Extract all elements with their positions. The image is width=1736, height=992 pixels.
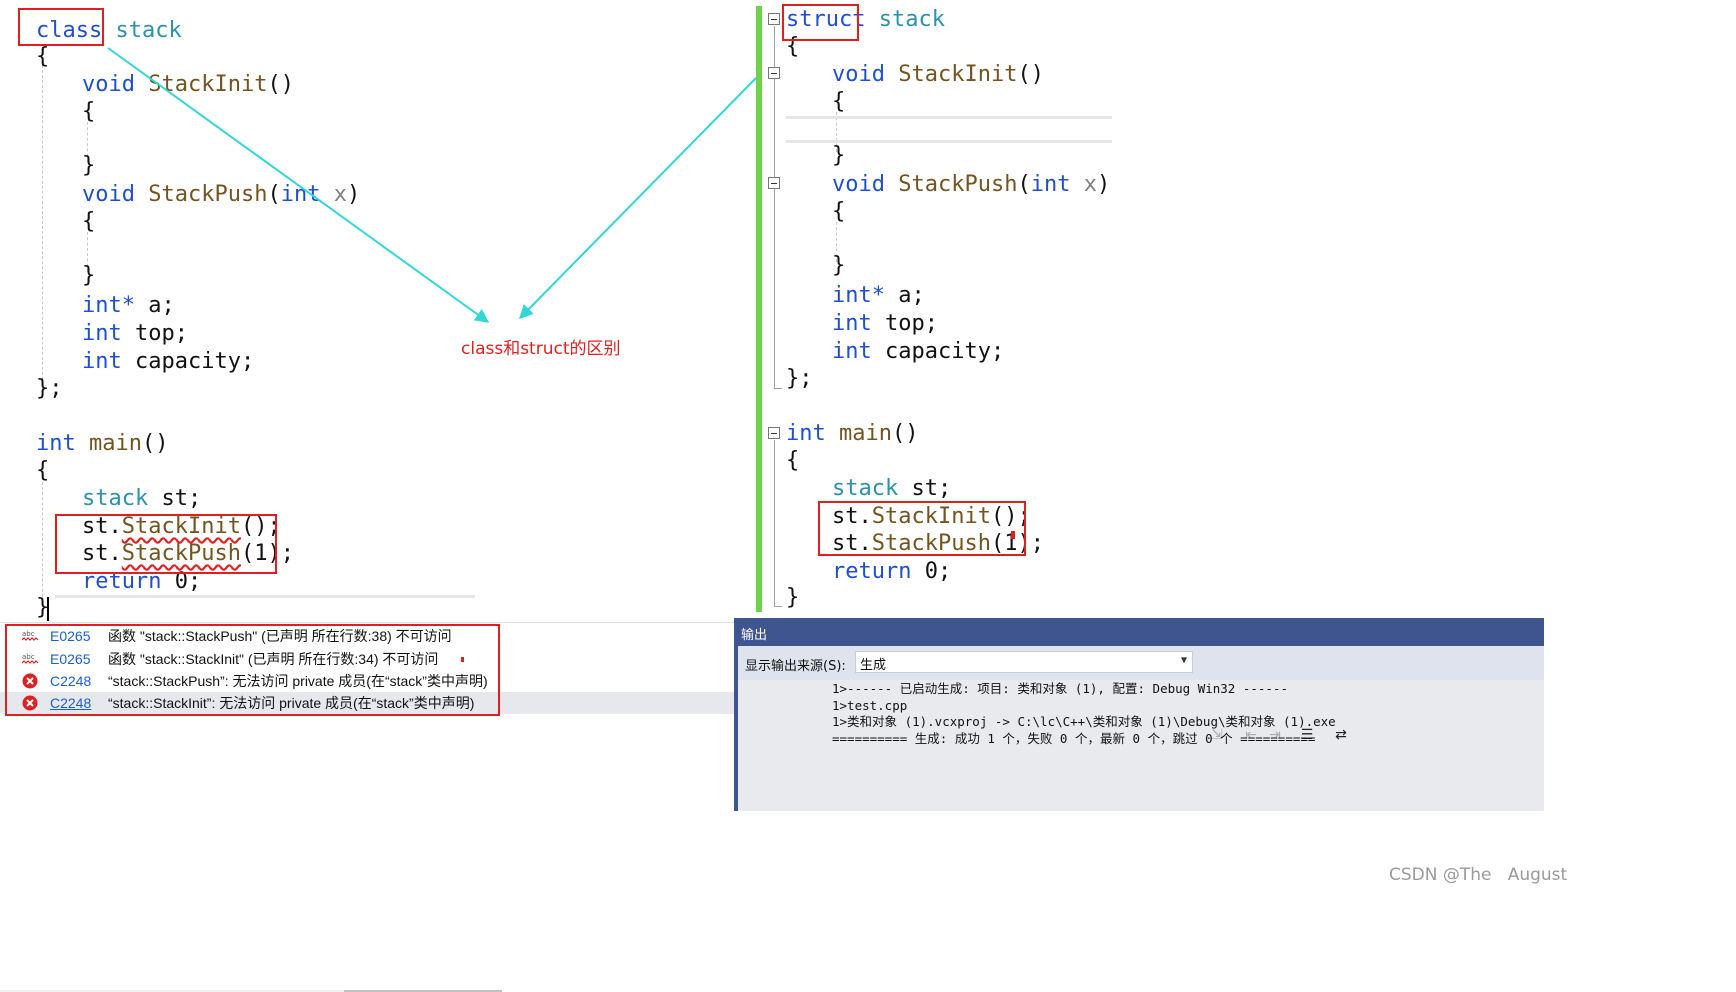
parens: () [1017,62,1044,87]
parens: () [891,421,919,446]
int-keyword: int* [832,283,885,308]
return-value: 0; [911,559,952,584]
close-brace: } [786,585,800,610]
function-name: main [839,421,892,446]
stack-variable: stack st; [832,476,951,502]
paren: ( [1017,172,1031,197]
arrow-right [519,77,757,319]
output-header [734,618,1544,646]
chevron-down-icon: ▼ [1180,655,1187,666]
collapse-struct-toggle[interactable] [768,13,780,25]
outline-end [774,606,782,607]
open-brace: { [786,448,800,473]
collapse-stackpush-toggle[interactable] [768,177,780,189]
member-text: top; [871,311,938,336]
variable-text: st; [898,476,952,501]
outline-line [774,26,775,388]
member-text: capacity; [871,339,1005,364]
change-bar [756,6,762,612]
close-brace: } [832,143,846,168]
return-statement: return 0; [832,559,951,585]
stackpush-declaration: void StackPush(int x) [832,172,1110,198]
struct-name: stack [878,7,945,32]
annotation-label: class和struct的区别 [461,339,621,359]
struct-end: }; [786,366,813,391]
int-keyword: int [1030,172,1071,197]
output-source-value: 生成 [860,658,887,673]
struct-highlight-box [782,4,859,41]
errors-highlight-box [5,624,500,716]
outline-line [774,440,775,606]
member-a: int* a; [832,283,925,309]
line-separator [786,116,1112,119]
member-capacity: int capacity; [832,339,1004,365]
watermark: CSDN @The August [1389,865,1568,885]
output-line: ========== 生成: 成功 1 个，失败 0 个，最新 0 个，跳过 0… [832,731,1316,746]
output-source-label: 显示输出来源(S): [745,659,846,674]
collapse-stackinit-toggle[interactable] [768,67,780,79]
type-name: stack [832,476,899,501]
void-keyword: void [832,62,885,87]
output-title: 输出 [741,628,768,643]
paren: ) [1096,172,1111,197]
output-source-dropdown[interactable]: 生成 ▼ [855,651,1193,673]
int-keyword: int [786,421,826,446]
void-keyword: void [832,172,885,197]
int-keyword: int [832,339,872,364]
int-keyword: int [832,311,872,336]
collapse-main-toggle[interactable] [768,427,780,439]
member-top: int top; [832,311,938,337]
member-text: a; [884,283,925,308]
outline-end [774,388,782,389]
close-brace: } [832,253,846,278]
main-declaration: int main() [786,421,918,447]
return-keyword: return [832,559,912,584]
function-name: StackPush [898,172,1018,197]
function-name: StackInit [898,62,1018,87]
output-line: 1>类和对象 (1).vcxproj -> C:\lc\C++\类和对象 (1)… [832,714,1336,729]
output-line: 1>------ 已启动生成: 项目: 类和对象 (1), 配置: Debug … [832,681,1289,696]
stackinit-declaration: void StackInit() [832,62,1044,88]
arrow-left [107,47,490,323]
param-name: x [1083,172,1097,197]
open-brace: { [832,199,846,224]
output-line: 1>test.cpp [832,698,908,713]
panel-divider [0,622,734,623]
open-brace: { [832,89,846,114]
calls-highlight-box [818,501,1026,556]
